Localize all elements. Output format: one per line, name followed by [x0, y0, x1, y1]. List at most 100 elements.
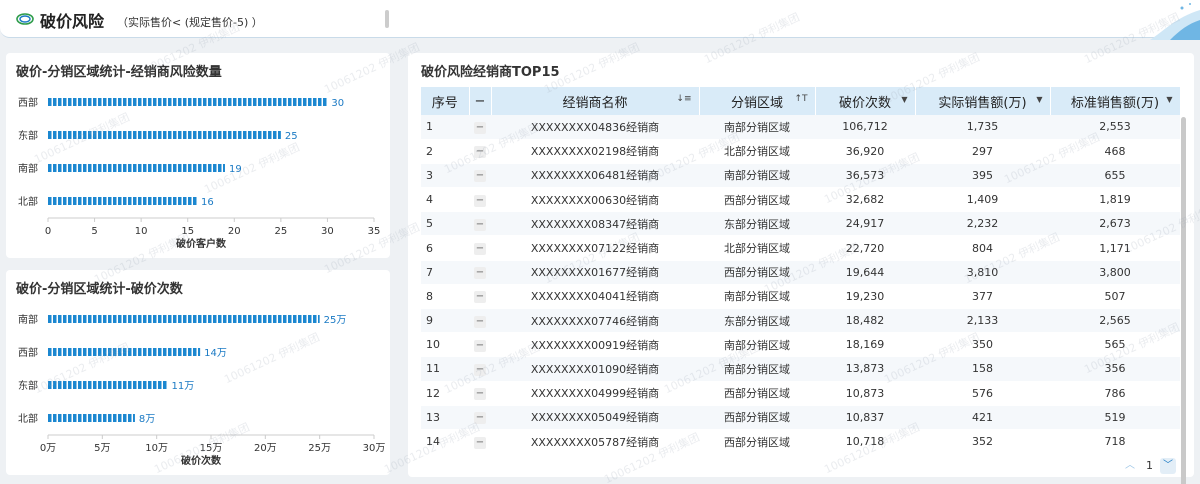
chevron-up-icon[interactable]: ︿ — [1122, 458, 1138, 474]
caret-down-icon[interactable]: ▼ — [901, 95, 907, 104]
bar[interactable] — [48, 414, 135, 422]
header-actual-label: 实际销售额(万) — [938, 95, 1027, 111]
table-row[interactable]: 13− XXXXXXXX05049经销商 西部分销区域 10,837 421 519 — [421, 405, 1180, 430]
bar[interactable] — [48, 381, 167, 389]
collapse-icon[interactable]: − — [474, 170, 486, 183]
sort-asc-icon[interactable]: ↑T — [794, 94, 807, 104]
collapse-icon[interactable]: − — [474, 146, 486, 159]
bar-segment — [133, 348, 137, 356]
cell-standard-sales: 718 — [1050, 429, 1180, 455]
bar[interactable] — [48, 315, 320, 323]
cell-expand[interactable]: − — [469, 187, 491, 213]
table-row[interactable]: 6− XXXXXXXX07122经销商 北部分销区域 22,720 804 1,171 — [421, 235, 1180, 261]
cell-dealer-name: XXXXXXXX08347经销商 — [491, 211, 699, 237]
table-row[interactable]: 8− XXXXXXXX04041经销商 南部分销区域 19,230 377 507 — [421, 284, 1180, 310]
bar-segment — [93, 315, 97, 323]
table-row[interactable]: 7− XXXXXXXX01677经销商 西部分销区域 19,644 3,810 3,800 — [421, 260, 1180, 285]
table-row[interactable]: 4− XXXXXXXX00630经销商 西部分销区域 32,682 1,409 1,819 — [421, 187, 1180, 213]
bar-segment — [123, 131, 127, 139]
bar[interactable] — [48, 98, 327, 106]
bar-value-label: 30 — [331, 98, 344, 109]
bar-segment — [83, 315, 87, 323]
collapse-icon[interactable]: − — [474, 267, 486, 280]
bar-segment — [213, 98, 217, 106]
page-number: 1 — [1146, 459, 1153, 472]
collapse-icon[interactable]: − — [474, 291, 486, 304]
bar-segment — [93, 164, 97, 172]
y-category-label: 北部 — [18, 412, 38, 425]
collapse-icon[interactable]: − — [474, 363, 486, 376]
bar-segment — [173, 197, 177, 205]
table-row[interactable]: 11− XXXXXXXX01090经销商 南部分销区域 13,873 158 356 — [421, 356, 1180, 382]
table-row[interactable]: 1− XXXXXXXX04836经销商 南部分销区域 106,712 1,735 2,55… — [421, 115, 1180, 140]
bar[interactable] — [48, 197, 197, 205]
bar-segment — [198, 164, 202, 172]
cell-expand[interactable]: − — [469, 405, 491, 430]
caret-down-icon[interactable]: ▼ — [1166, 95, 1172, 104]
collapse-icon[interactable]: − — [474, 388, 486, 401]
collapse-icon[interactable]: − — [474, 243, 486, 256]
bar-segment — [298, 315, 302, 323]
cell-expand[interactable]: − — [469, 163, 491, 189]
cell-expand[interactable]: − — [469, 356, 491, 382]
bar-segment — [58, 414, 62, 422]
cell-expand[interactable]: − — [469, 429, 491, 455]
cell-expand[interactable]: − — [469, 332, 491, 358]
bar-segment — [98, 414, 102, 422]
bar-segment — [223, 164, 225, 172]
bar-segment — [193, 98, 197, 106]
bar[interactable] — [48, 131, 281, 139]
bar-segment — [93, 131, 97, 139]
bar-segment — [278, 131, 281, 139]
cell-expand[interactable]: − — [469, 260, 491, 285]
bar[interactable] — [48, 348, 201, 356]
chart-card-break-count: 破价-分销区域统计-破价次数 0万 5万 10万 15万 20万 25万 30万 破价次数 南部… — [6, 270, 390, 475]
header-actual[interactable]: 实际销售额(万) ▼ — [915, 87, 1051, 115]
chevron-down-icon[interactable]: ﹀ — [1160, 458, 1176, 474]
table-row[interactable]: 3− XXXXXXXX06481经销商 南部分销区域 36,573 395 655 — [421, 163, 1180, 189]
header-name[interactable]: 经销商名称 ↓≡ — [491, 87, 700, 115]
header-region[interactable]: 分销区域 ↑T — [699, 87, 816, 115]
cell-expand[interactable]: − — [469, 381, 491, 406]
bar-segment — [103, 197, 107, 205]
table-row[interactable]: 5− XXXXXXXX08347经销商 东部分销区域 24,917 2,232 2,673 — [421, 211, 1180, 237]
table-row[interactable]: 12− XXXXXXXX04999经销商 西部分销区域 10,873 576 786 — [421, 381, 1180, 406]
table-scrollbar[interactable] — [1181, 117, 1186, 484]
collapse-icon[interactable]: − — [474, 315, 486, 328]
header-collapse-all[interactable]: − — [469, 87, 492, 115]
header-name-label: 经销商名称 — [562, 95, 628, 111]
bar-segment — [78, 414, 82, 422]
collapse-icon[interactable]: − — [474, 218, 486, 231]
sort-desc-icon[interactable]: ↓≡ — [676, 94, 691, 104]
table-row[interactable]: 14− XXXXXXXX05787经销商 西部分销区域 10,718 352 718 — [421, 429, 1180, 455]
cell-expand[interactable]: − — [469, 235, 491, 261]
bar-segment — [133, 315, 137, 323]
bar-segment — [53, 131, 57, 139]
bar-segment — [118, 348, 122, 356]
table-row[interactable]: 2− XXXXXXXX02198经销商 北部分销区域 36,920 297 468 — [421, 139, 1180, 164]
cell-expand[interactable]: − — [469, 308, 491, 334]
header-count[interactable]: 破价次数 ▼ — [815, 87, 916, 115]
bar-segment — [158, 381, 162, 389]
cell-region: 南部分销区域 — [699, 115, 815, 140]
collapse-icon[interactable]: − — [474, 412, 486, 425]
cell-expand[interactable]: − — [469, 115, 491, 140]
cell-expand[interactable]: − — [469, 211, 491, 237]
collapse-icon[interactable]: − — [474, 436, 486, 449]
bar-segment — [108, 315, 112, 323]
header-idx[interactable]: 序号 — [421, 87, 470, 115]
bar-segment — [278, 98, 282, 106]
bar-segment — [183, 164, 187, 172]
header-standard[interactable]: 标准销售额(万) ▼ — [1050, 87, 1181, 115]
caret-down-icon[interactable]: ▼ — [1036, 95, 1042, 104]
table-row[interactable]: 10− XXXXXXXX00919经销商 南部分销区域 18,169 350 565 — [421, 332, 1180, 358]
bar-segment — [133, 164, 137, 172]
collapse-icon[interactable]: − — [474, 339, 486, 352]
collapse-icon[interactable]: − — [474, 121, 486, 134]
cell-expand[interactable]: − — [469, 284, 491, 310]
cell-expand[interactable]: − — [469, 139, 491, 164]
cell-idx: 10 — [421, 332, 469, 358]
bar[interactable] — [48, 164, 225, 172]
collapse-icon[interactable]: − — [474, 194, 486, 207]
table-row[interactable]: 9− XXXXXXXX07746经销商 东部分销区域 18,482 2,133 2,565 — [421, 308, 1180, 334]
